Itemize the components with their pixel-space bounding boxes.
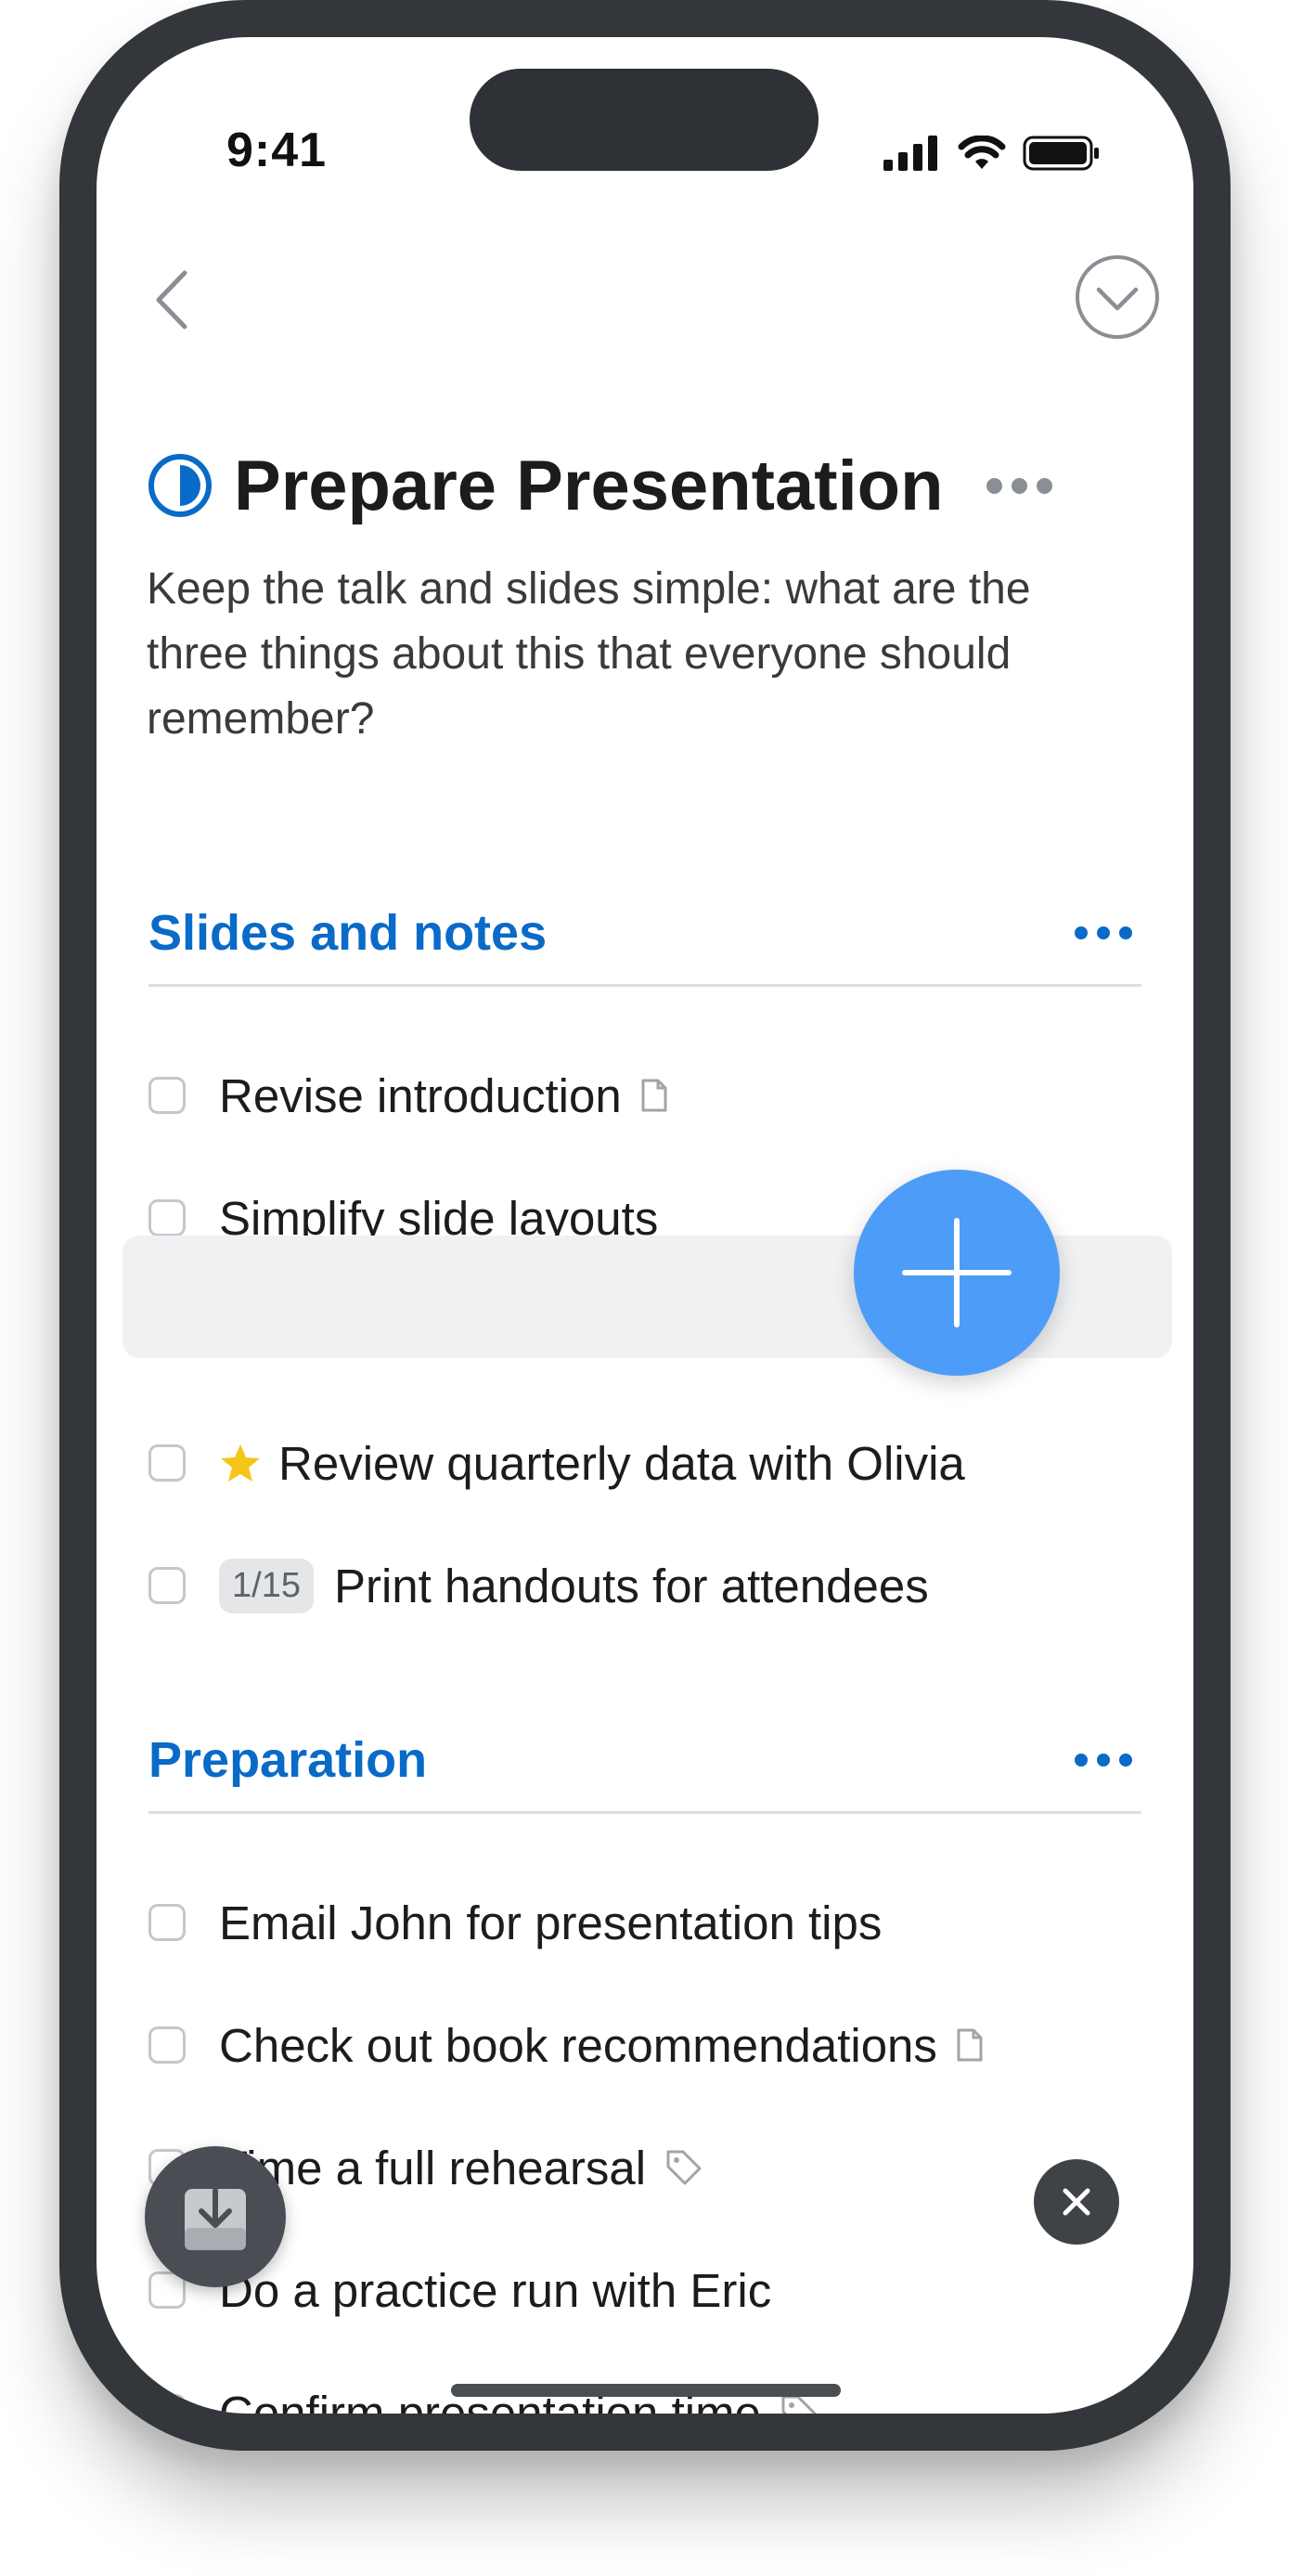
todo-checkbox[interactable]: [148, 2394, 186, 2414]
todo-checkbox[interactable]: [148, 1077, 186, 1114]
checklist-progress-badge: 1/15: [219, 1558, 314, 1613]
project-progress-icon: [148, 454, 212, 517]
todo-item[interactable]: 1/15 Print handouts for attendees: [148, 1539, 929, 1632]
more-dot: [1097, 926, 1110, 939]
complete-button[interactable]: [1073, 252, 1162, 342]
close-button[interactable]: [1034, 2159, 1119, 2245]
todo-label: Time a full rehearsal: [219, 2141, 647, 2194]
plus-icon: [902, 1218, 1012, 1327]
more-dot: [1119, 1754, 1132, 1767]
add-todo-button[interactable]: [854, 1170, 1060, 1376]
wifi-icon: [958, 136, 1006, 169]
page-title: Prepare Presentation: [234, 446, 944, 525]
checkmark-circle-icon: [1076, 255, 1159, 339]
more-dot: [986, 477, 1002, 494]
todo-label: Revise introduction: [219, 1068, 622, 1122]
more-dot: [1075, 1754, 1088, 1767]
section-more-button[interactable]: [1075, 926, 1132, 939]
section-title: Slides and notes: [148, 905, 548, 961]
more-dot: [1119, 926, 1132, 939]
section-header-preparation[interactable]: Preparation: [148, 1709, 1141, 1814]
todo-checkbox[interactable]: [148, 1199, 186, 1236]
app-screen: 9:41 Prepare Presentation Keep the talk …: [97, 37, 1193, 2414]
status-time: 9:41: [226, 123, 328, 177]
tag-icon: [664, 2148, 703, 2187]
note-icon: [640, 1078, 668, 1113]
note-icon: [956, 2027, 984, 2063]
todo-item[interactable]: Revise introduction: [148, 1049, 668, 1142]
todo-label: Do a practice run with Eric: [219, 2263, 772, 2317]
dynamic-island: [470, 69, 819, 171]
close-icon: [1063, 2188, 1090, 2216]
todo-item[interactable]: Email John for presentation tips: [148, 1876, 882, 1969]
battery-icon: [1023, 136, 1099, 171]
more-dot: [1036, 477, 1052, 494]
chevron-left-icon: [156, 270, 187, 330]
more-dot: [1075, 926, 1088, 939]
status-icons: [883, 130, 1101, 176]
project-header: Prepare Presentation: [147, 434, 1052, 537]
section-title: Preparation: [148, 1732, 428, 1788]
section-header-slides-and-notes[interactable]: Slides and notes: [148, 882, 1141, 987]
todo-checkbox[interactable]: [148, 2026, 186, 2064]
todo-checkbox[interactable]: [148, 1567, 186, 1604]
signal-icon: [883, 136, 937, 171]
more-dot: [1097, 1754, 1110, 1767]
todo-label: Review quarterly data with Olivia: [278, 1436, 965, 1490]
project-notes[interactable]: Keep the talk and slides simple: what ar…: [147, 557, 1130, 752]
todo-checkbox[interactable]: [148, 1904, 186, 1941]
todo-item[interactable]: Check out book recommendations: [148, 1999, 984, 2091]
todo-label: Check out book recommendations: [219, 2018, 937, 2072]
inbox-download-icon: [185, 2188, 246, 2250]
section-more-button[interactable]: [1075, 1754, 1132, 1767]
more-dot: [1011, 477, 1027, 494]
todo-item[interactable]: Review quarterly data with Olivia: [148, 1417, 965, 1509]
todo-label: Email John for presentation tips: [219, 1896, 883, 1949]
todo-checkbox[interactable]: [148, 1444, 186, 1482]
project-more-button[interactable]: [986, 477, 1052, 494]
star-icon: [219, 1443, 262, 1483]
todo-label: Print handouts for attendees: [333, 1559, 929, 1612]
move-to-inbox-button[interactable]: [145, 2146, 286, 2287]
home-indicator: [451, 2384, 841, 2397]
back-button[interactable]: [130, 249, 213, 351]
phone-frame: 9:41 Prepare Presentation Keep the talk …: [59, 0, 1231, 2451]
